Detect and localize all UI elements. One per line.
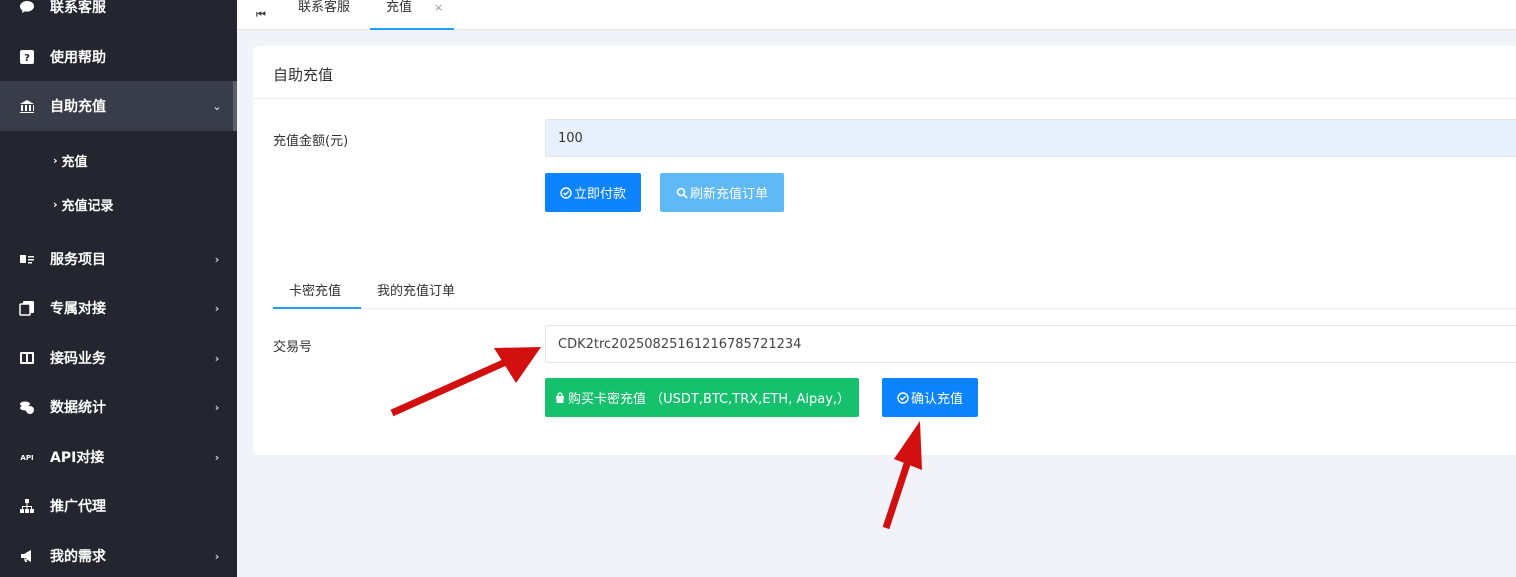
chevron-down-icon: ⌄ <box>212 99 222 113</box>
tab-contact[interactable]: 联系客服 <box>298 0 350 30</box>
check-circle-icon <box>897 391 909 404</box>
svg-text:API: API <box>20 454 33 462</box>
first-page-icon[interactable]: ⏮ <box>247 0 275 30</box>
tab-label: 充值 <box>386 0 413 15</box>
buy-card-key-button[interactable]: 购买卡密充值 （USDT,BTC,TRX,ETH, Aipay,） <box>545 378 859 417</box>
sidebar-item-label: 推广代理 <box>50 499 106 515</box>
chevron-right-icon: › <box>214 351 220 365</box>
api-icon: API <box>0 449 50 465</box>
sidebar-item-contact[interactable]: 联系客服 <box>0 0 237 32</box>
amount-value: 100 <box>558 130 583 146</box>
chat-icon <box>0 0 50 15</box>
sidebar-item-api[interactable]: API API对接 › <box>0 432 237 482</box>
card-icon <box>0 251 50 267</box>
sidebar-item-dedicated[interactable]: 专属对接 › <box>0 283 237 333</box>
sidebar-subitem-recharge[interactable]: › 充值 <box>0 138 237 182</box>
tab-my-orders[interactable]: 我的充值订单 <box>377 280 455 299</box>
tab-card-recharge[interactable]: 卡密充值 <box>289 280 341 299</box>
help-icon: ? <box>0 49 50 65</box>
sidebar-item-recharge[interactable]: 自助充值 ⌄ <box>0 81 237 131</box>
sidebar-item-help[interactable]: ? 使用帮助 <box>0 32 237 82</box>
chevron-right-icon: › <box>214 549 220 563</box>
sidebar-item-needs[interactable]: 我的需求 › <box>0 531 237 577</box>
search-icon <box>676 187 688 199</box>
sidebar-item-label: API对接 <box>50 450 105 466</box>
sidebar-item-stats[interactable]: 数据统计 › <box>0 382 237 432</box>
recharge-card: 自助充值 充值金额(元) 100 立即付款 刷新充值订单 卡密充值 我的充值订单… <box>253 46 1516 455</box>
sidebar-item-label: 使用帮助 <box>50 50 106 66</box>
amount-label: 充值金额(元) <box>273 134 349 149</box>
sidebar-item-label: 专属对接 <box>50 301 106 317</box>
amount-input[interactable]: 100 <box>545 119 1516 157</box>
chevron-right-icon: › <box>214 450 220 464</box>
megaphone-icon <box>0 548 50 564</box>
check-circle-icon <box>560 186 572 199</box>
page-title: 自助充值 <box>273 66 334 84</box>
sidebar-item-label: 联系客服 <box>50 0 106 16</box>
sidebar-item-sms[interactable]: 接码业务 › <box>0 333 237 383</box>
sidebar: 联系客服 ? 使用帮助 自助充值 ⌄ › 充值 › 充值记录 服务项目 › 专属… <box>0 0 237 577</box>
sidebar-item-label: 我的需求 <box>50 549 106 565</box>
tab-recharge[interactable]: 充值 × <box>370 0 454 30</box>
bank-icon <box>0 98 50 114</box>
recharge-subtabs: 卡密充值 我的充值订单 <box>273 268 1516 309</box>
transaction-input[interactable]: CDK2trc20250825161216785721234 <box>545 325 1516 363</box>
confirm-recharge-label: 确认充值 <box>910 392 963 407</box>
svg-text:?: ? <box>24 53 30 64</box>
sidebar-item-promotion[interactable]: 推广代理 <box>0 481 237 531</box>
buy-card-key-label: 购买卡密充值 （USDT,BTC,TRX,ETH, Aipay,） <box>567 392 851 407</box>
active-tab-indicator <box>273 307 361 309</box>
shopping-bag-icon <box>555 391 564 403</box>
sidebar-item-label: 接码业务 <box>50 351 106 367</box>
sidebar-item-label: 服务项目 <box>50 252 106 268</box>
sidebar-item-label: 数据统计 <box>50 400 106 416</box>
chevron-right-icon: › <box>214 252 220 266</box>
sidebar-subitem-recharge-records[interactable]: › 充值记录 <box>0 182 237 226</box>
chevron-right-icon: › <box>214 400 220 414</box>
divider <box>253 98 1516 99</box>
chevron-right-icon: › <box>53 197 58 211</box>
sidebar-item-label: 自助充值 <box>50 99 106 115</box>
sitemap-icon <box>0 498 50 514</box>
refresh-orders-label: 刷新充值订单 <box>689 187 768 202</box>
sidebar-subitem-label: 充值 <box>61 154 88 170</box>
sidebar-subitem-label: 充值记录 <box>61 198 114 214</box>
sim-icon <box>0 350 50 366</box>
confirm-recharge-button[interactable]: 确认充值 <box>882 378 978 417</box>
transaction-value: CDK2trc20250825161216785721234 <box>558 336 802 352</box>
tab-label: 联系客服 <box>298 0 351 15</box>
refresh-orders-button[interactable]: 刷新充值订单 <box>660 173 784 212</box>
tab-bar: ⏮ 联系客服 充值 × <box>237 0 1516 30</box>
chevron-right-icon: › <box>53 153 58 167</box>
pay-now-label: 立即付款 <box>573 187 626 202</box>
docs-icon <box>0 300 50 316</box>
close-icon[interactable]: × <box>434 0 443 16</box>
transaction-label: 交易号 <box>273 340 313 355</box>
coins-icon <box>0 399 50 415</box>
chevron-right-icon: › <box>214 301 220 315</box>
pay-now-button[interactable]: 立即付款 <box>545 173 641 212</box>
sidebar-item-services[interactable]: 服务项目 › <box>0 234 237 284</box>
